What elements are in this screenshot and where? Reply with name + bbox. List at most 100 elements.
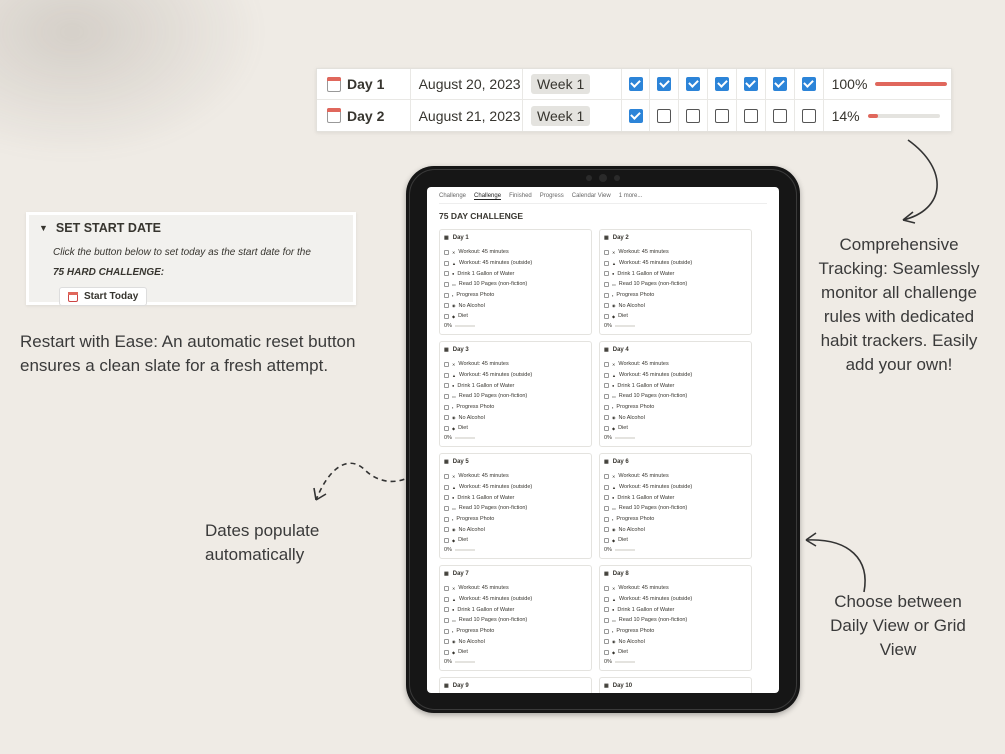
habit-checkbox[interactable] xyxy=(604,281,609,287)
day-card[interactable]: ▦ Day 5 ✕ Workout: 45 minutes ▲ Workout: 45 m… xyxy=(439,453,592,559)
habit-checkbox[interactable] xyxy=(604,527,609,533)
habit-icon: ▭ xyxy=(612,505,616,511)
habit-checkbox[interactable] xyxy=(604,596,609,602)
habit-label: Workout: 45 minutes (outside) xyxy=(458,596,533,603)
habit-checkbox[interactable] xyxy=(444,425,449,431)
day-card[interactable]: ▦ Day 7 ✕ Workout: 45 minutes ▲ Workout: 45 m… xyxy=(439,565,592,671)
habit-checkbox[interactable] xyxy=(444,313,449,319)
habit-item: ▪ Progress Photo xyxy=(604,402,747,413)
habit-checkbox[interactable] xyxy=(444,505,449,511)
habit-checkbox[interactable] xyxy=(444,372,449,378)
habit-checkbox[interactable] xyxy=(604,292,609,298)
habit-checkbox[interactable] xyxy=(444,617,449,623)
habit-item: ▭ Read 10 Pages (non-fiction) xyxy=(444,503,587,514)
habit-checkbox[interactable] xyxy=(604,393,609,399)
habit-checkbox[interactable] xyxy=(604,495,609,501)
habit-item: ▲ Workout: 45 minutes (outside) xyxy=(604,594,747,605)
habit-checkbox[interactable] xyxy=(604,249,609,255)
habit-checkbox[interactable] xyxy=(604,404,609,410)
habit-checkbox[interactable] xyxy=(444,495,449,501)
day-gallery: ▦ Day 1 ✕ Workout: 45 minutes ▲ Workout: 45 m… xyxy=(439,229,767,693)
day-card[interactable]: ▦ Day 3 ✕ Workout: 45 minutes ▲ Workout: 45 m… xyxy=(439,341,592,447)
habit-icon: ● xyxy=(452,383,455,389)
habit-checkbox[interactable] xyxy=(604,628,609,634)
habit-checkbox[interactable] xyxy=(604,313,609,319)
habit-label: Diet xyxy=(618,649,628,656)
habit-checkbox[interactable] xyxy=(604,484,609,490)
habit-icon: ◉ xyxy=(612,303,616,309)
habit-item: ✕ Workout: 45 minutes xyxy=(604,359,747,370)
habit-item: ▲ Workout: 45 minutes (outside) xyxy=(604,258,747,269)
habit-checkbox[interactable] xyxy=(444,393,449,399)
habit-checkbox[interactable] xyxy=(444,271,449,277)
habit-checkbox[interactable] xyxy=(604,425,609,431)
habit-checkbox[interactable] xyxy=(604,260,609,266)
habit-label: Progress Photo xyxy=(616,292,655,299)
day-card[interactable]: ▦ Day 4 ✕ Workout: 45 minutes ▲ Workout: 45 m… xyxy=(599,341,752,447)
day-card[interactable]: ▦ Day 8 ✕ Workout: 45 minutes ▲ Workout: 45 m… xyxy=(599,565,752,671)
habit-checkbox[interactable] xyxy=(444,537,449,543)
habit-checkbox[interactable] xyxy=(604,383,609,389)
day-card-title: Day 6 xyxy=(612,459,629,465)
habit-checkbox[interactable] xyxy=(444,383,449,389)
tab-progress[interactable]: Progress xyxy=(540,193,564,200)
habit-item: ▭ Read 10 Pages (non-fiction) xyxy=(444,391,587,402)
card-progress: 0% xyxy=(444,323,587,329)
habit-icon: ◉ xyxy=(452,527,456,533)
card-progress-label: 0% xyxy=(604,322,612,329)
day-card[interactable]: ▦ Day 1 ✕ Workout: 45 minutes ▲ Workout: 45 m… xyxy=(439,229,592,335)
tab-more[interactable]: 1 more... xyxy=(619,193,643,200)
habit-checkbox[interactable] xyxy=(444,415,449,421)
day-card-title: Day 8 xyxy=(612,571,629,577)
habit-checkbox[interactable] xyxy=(604,649,609,655)
habit-checkbox[interactable] xyxy=(444,628,449,634)
habit-item: ✕ Workout: 45 minutes xyxy=(444,359,587,370)
habit-icon: ✕ xyxy=(452,585,456,591)
habit-checkbox[interactable] xyxy=(604,505,609,511)
habit-checkbox[interactable] xyxy=(444,404,449,410)
habit-checkbox[interactable] xyxy=(444,473,449,479)
habit-checkbox[interactable] xyxy=(444,527,449,533)
habit-checkbox[interactable] xyxy=(444,516,449,522)
day-card[interactable]: ▦Day 10✕Workout: 45 minutes▲Workout: 45 … xyxy=(599,677,752,693)
camera xyxy=(582,173,622,183)
habit-checkbox[interactable] xyxy=(604,607,609,613)
day-card[interactable]: ▦Day 9✕Workout: 45 minutes▲Workout: 45 m… xyxy=(439,677,592,693)
habit-checkbox[interactable] xyxy=(604,537,609,543)
habit-item: ▲ Workout: 45 minutes (outside) xyxy=(444,258,587,269)
habit-checkbox[interactable] xyxy=(444,585,449,591)
habit-checkbox[interactable] xyxy=(444,249,449,255)
habit-checkbox[interactable] xyxy=(444,361,449,367)
habit-icon: ◉ xyxy=(612,415,616,421)
habit-checkbox[interactable] xyxy=(604,361,609,367)
habit-checkbox[interactable] xyxy=(444,292,449,298)
tab-challenge-gallery[interactable]: Challenge xyxy=(474,193,502,200)
habit-checkbox[interactable] xyxy=(604,617,609,623)
habit-checkbox[interactable] xyxy=(604,372,609,378)
habit-item: ✕ Workout: 45 minutes xyxy=(444,247,587,258)
habit-checkbox[interactable] xyxy=(444,484,449,490)
calendar-icon: ▦ xyxy=(444,235,449,241)
day-card[interactable]: ▦ Day 2 ✕ Workout: 45 minutes ▲ Workout: 45 m… xyxy=(599,229,752,335)
habit-checkbox[interactable] xyxy=(604,303,609,309)
habit-checkbox[interactable] xyxy=(444,281,449,287)
habit-checkbox[interactable] xyxy=(604,415,609,421)
habit-checkbox[interactable] xyxy=(604,585,609,591)
habit-label: Workout: 45 minutes xyxy=(618,473,669,480)
habit-checkbox[interactable] xyxy=(444,596,449,602)
habit-checkbox[interactable] xyxy=(604,473,609,479)
habit-checkbox[interactable] xyxy=(444,607,449,613)
habit-checkbox[interactable] xyxy=(444,303,449,309)
habit-item: ◉ No Alcohol xyxy=(604,636,747,647)
habit-checkbox[interactable] xyxy=(604,516,609,522)
habit-checkbox[interactable] xyxy=(444,649,449,655)
day-card[interactable]: ▦ Day 6 ✕ Workout: 45 minutes ▲ Workout: 45 m… xyxy=(599,453,752,559)
tab-challenge-table[interactable]: Challenge xyxy=(439,193,466,200)
habit-checkbox[interactable] xyxy=(604,271,609,277)
habit-icon: ▪ xyxy=(452,292,454,298)
tab-finished[interactable]: Finished xyxy=(509,193,532,200)
habit-checkbox[interactable] xyxy=(444,639,449,645)
habit-checkbox[interactable] xyxy=(444,260,449,266)
habit-checkbox[interactable] xyxy=(604,639,609,645)
tab-calendar-view[interactable]: Calendar View xyxy=(572,193,611,200)
